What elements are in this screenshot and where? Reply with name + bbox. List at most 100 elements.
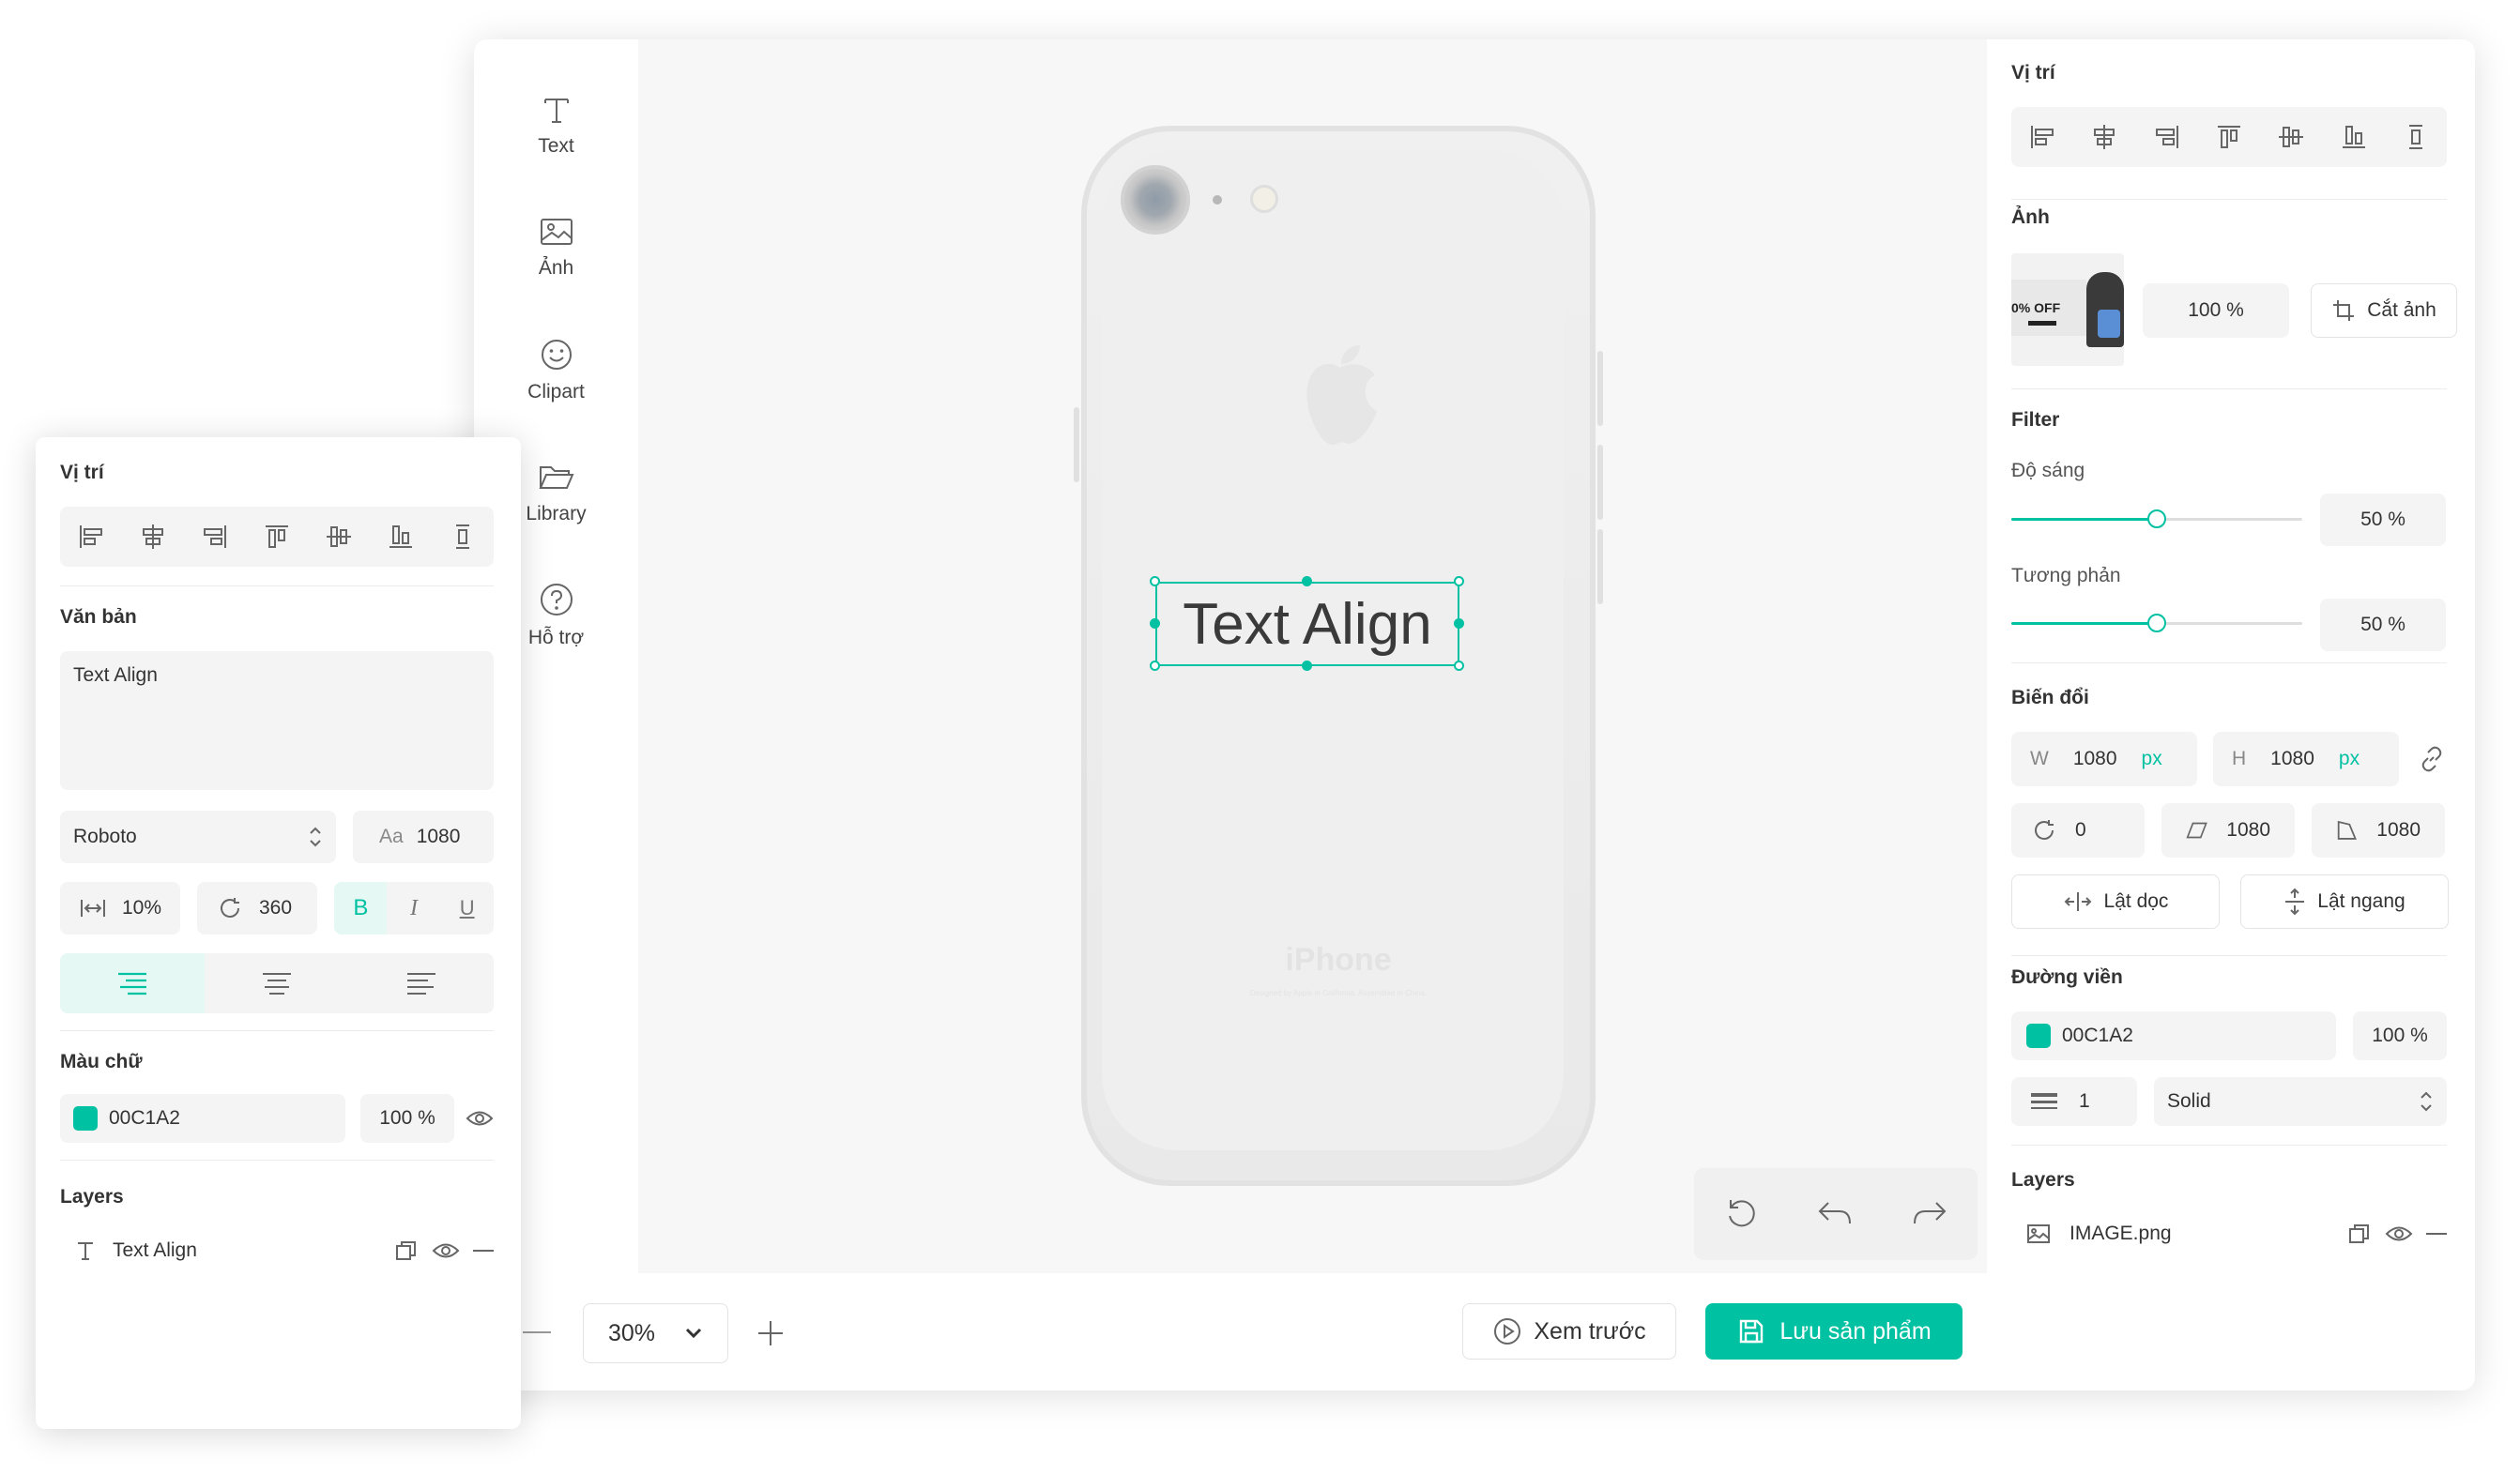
resize-handle-r[interactable]	[1454, 618, 1464, 629]
save-button[interactable]: Lưu sản phẩm	[1705, 1303, 1963, 1360]
align-bottom-icon[interactable]	[2330, 114, 2377, 160]
text-visibility-eye-icon[interactable]	[466, 1108, 494, 1129]
remove-icon[interactable]	[2426, 1233, 2447, 1235]
resize-handle-tr[interactable]	[1454, 576, 1464, 586]
brightness-label: Độ sáng	[2011, 460, 2085, 481]
bold-button[interactable]: B	[334, 882, 388, 935]
layer-item-text[interactable]: Text Align	[60, 1227, 494, 1274]
text-layer-selection[interactable]: Text Align	[1150, 576, 1464, 671]
font-select[interactable]: Roboto	[60, 811, 336, 863]
resize-handle-br[interactable]	[1454, 661, 1464, 671]
redo-icon[interactable]	[1910, 1197, 1949, 1231]
resize-handle-b[interactable]	[1302, 661, 1312, 671]
align-top-icon[interactable]	[2206, 114, 2253, 160]
float-layer-name: Text Align	[113, 1239, 197, 1261]
border-opacity-field[interactable]: 100 %	[2353, 1011, 2447, 1060]
height-field[interactable]: H 1080 px	[2213, 732, 2399, 786]
text-content-input[interactable]: Text Align	[60, 651, 494, 790]
text-color-field[interactable]: 00C1A2	[60, 1094, 345, 1143]
save-icon	[1740, 1319, 1764, 1344]
flip-vertical-button[interactable]: Lật dọc	[2011, 874, 2220, 929]
align-left-icon[interactable]	[2019, 114, 2066, 160]
image-scale-field[interactable]: 100 %	[2143, 283, 2289, 338]
text-rotate-field[interactable]: 360	[197, 882, 317, 935]
zoom-in-icon[interactable]	[756, 1318, 786, 1348]
letter-spacing-field[interactable]: 10%	[60, 882, 180, 935]
skew-field[interactable]: 1080	[2161, 803, 2295, 858]
font-size-field[interactable]: Aa 1080	[353, 811, 494, 863]
phone-fineprint: Designed by Apple in California. Assembl…	[1249, 989, 1428, 997]
float-duplicate-icon[interactable]	[394, 1238, 419, 1263]
text-layer-icon	[78, 1242, 93, 1260]
contrast-value-field[interactable]: 50 %	[2320, 599, 2446, 651]
zoom-value: 30%	[608, 1319, 656, 1346]
text-align-right-icon[interactable]	[60, 953, 205, 1013]
font-value: Roboto	[73, 826, 137, 847]
text-color-swatch[interactable]	[73, 1106, 98, 1131]
height-label: H	[2232, 748, 2247, 769]
flip-horizontal-button[interactable]: Lật ngang	[2240, 874, 2449, 929]
layer-name: IMAGE.png	[2069, 1223, 2172, 1244]
crop-button[interactable]: Cắt ảnh	[2311, 283, 2457, 338]
align-right-icon[interactable]	[2144, 114, 2191, 160]
skew-icon	[2186, 822, 2207, 839]
border-width-field[interactable]: 1	[2011, 1077, 2137, 1126]
line-weight-icon	[2031, 1093, 2057, 1109]
float-align-bottom-icon[interactable]	[377, 513, 424, 560]
contrast-label: Tương phản	[2011, 565, 2121, 586]
text-layer[interactable]: Text Align	[1155, 582, 1459, 666]
distribute-icon[interactable]	[2392, 114, 2439, 160]
italic-button[interactable]: I	[388, 896, 440, 921]
contrast-thumb[interactable]	[2147, 614, 2166, 632]
preview-button[interactable]: Xem trước	[1462, 1303, 1676, 1360]
brightness-thumb[interactable]	[2147, 509, 2166, 528]
border-color-field[interactable]: 00C1A2	[2011, 1011, 2336, 1060]
perspective-field[interactable]: 1080	[2312, 803, 2445, 858]
align-center-v-icon[interactable]	[2268, 114, 2314, 160]
link-icon[interactable]	[2419, 746, 2445, 772]
resize-handle-l[interactable]	[1150, 618, 1160, 629]
border-color-swatch[interactable]	[2026, 1024, 2051, 1048]
text-rotate-icon	[221, 898, 239, 918]
float-align-left-icon[interactable]	[68, 513, 115, 560]
resize-handle-tl[interactable]	[1150, 576, 1160, 586]
float-eye-icon[interactable]	[432, 1240, 460, 1261]
history-controls	[1694, 1168, 1978, 1260]
float-remove-icon[interactable]	[473, 1250, 494, 1252]
design-canvas[interactable]: iPhone Designed by Apple in California. …	[638, 39, 1987, 1273]
image-thumbnail[interactable]: 0% OFF	[2011, 253, 2124, 366]
flip-vertical-label: Lật dọc	[2103, 890, 2169, 912]
undo-icon[interactable]	[1815, 1197, 1855, 1231]
width-field[interactable]: W 1080 px	[2011, 732, 2197, 786]
tool-text[interactable]: Text	[474, 94, 638, 158]
tool-clipart[interactable]: Clipart	[474, 338, 638, 403]
float-distribute-icon[interactable]	[439, 513, 486, 560]
align-center-h-icon[interactable]	[2081, 114, 2128, 160]
tool-image-label: Ảnh	[538, 257, 574, 279]
brightness-value-field[interactable]: 50 %	[2320, 494, 2446, 546]
tool-image[interactable]: Ảnh	[474, 216, 638, 280]
text-align-left-icon[interactable]	[349, 953, 494, 1013]
duplicate-icon[interactable]	[2347, 1222, 2372, 1246]
rotate-field[interactable]: 0	[2011, 803, 2145, 858]
zoom-select[interactable]: 30%	[583, 1303, 728, 1363]
resize-handle-t[interactable]	[1302, 576, 1312, 586]
layer-item-image[interactable]: IMAGE.png	[2011, 1210, 2447, 1257]
crop-icon	[2333, 300, 2355, 321]
border-style-select[interactable]: Solid	[2154, 1077, 2447, 1126]
text-align-center-icon[interactable]	[205, 953, 349, 1013]
thumbnail-text: 0% OFF	[2011, 300, 2061, 315]
float-align-center-v-icon[interactable]	[315, 513, 362, 560]
float-align-center-h-icon[interactable]	[130, 513, 176, 560]
crop-label: Cắt ảnh	[2367, 299, 2436, 321]
perspective-value: 1080	[2376, 819, 2421, 841]
resize-handle-bl[interactable]	[1150, 661, 1160, 671]
reset-icon[interactable]	[1722, 1195, 1760, 1233]
float-align-right-icon[interactable]	[191, 513, 238, 560]
text-opacity-field[interactable]: 100 %	[360, 1094, 454, 1143]
eye-icon[interactable]	[2385, 1223, 2413, 1244]
underline-button[interactable]: U	[441, 896, 494, 920]
font-size-label: Aa	[379, 826, 404, 847]
zoom-out-icon[interactable]	[523, 1331, 551, 1333]
float-align-top-icon[interactable]	[253, 513, 300, 560]
